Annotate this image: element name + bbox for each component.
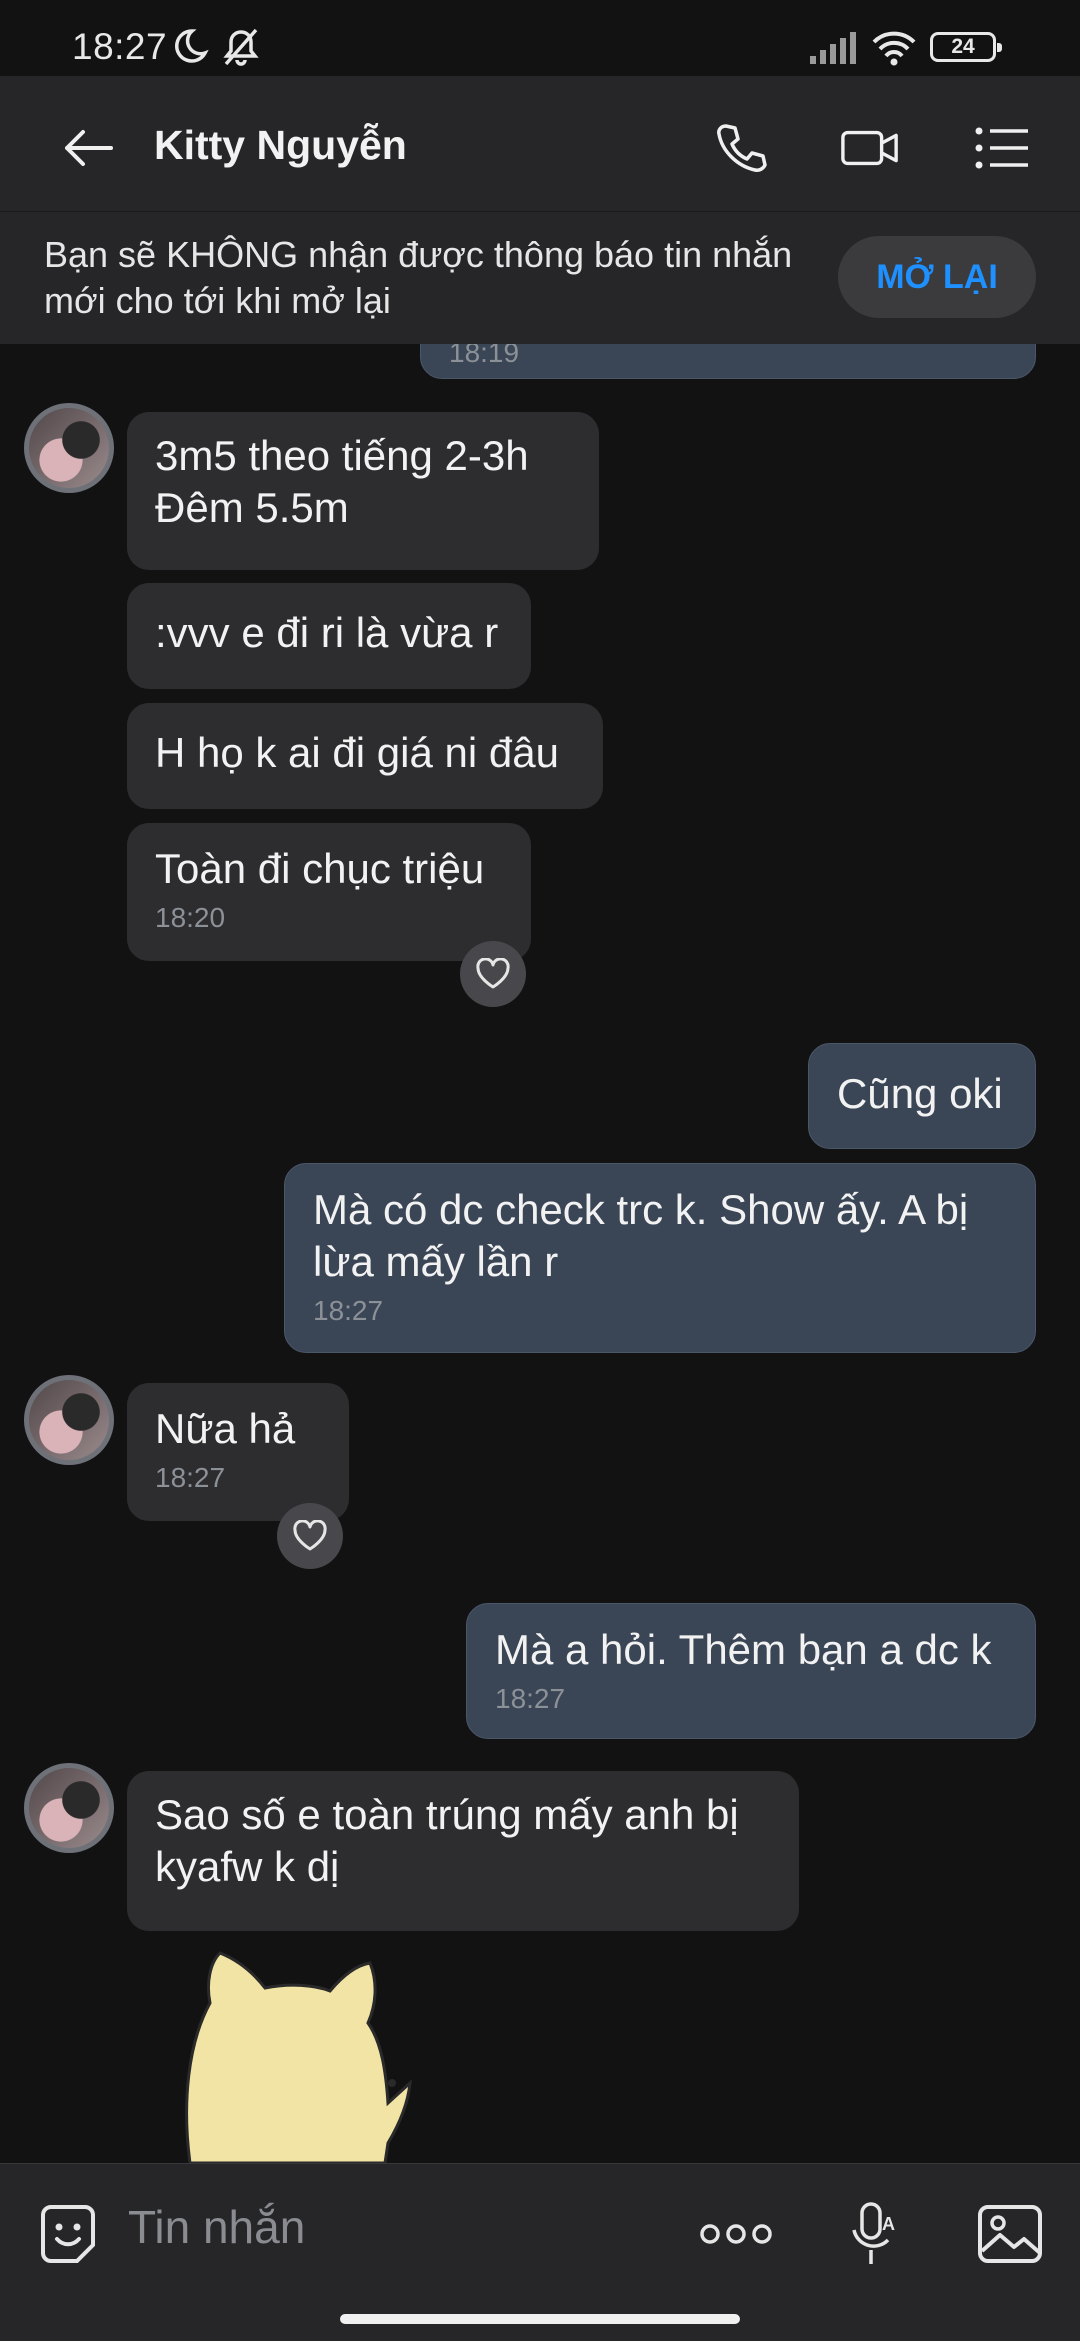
video-camera-icon <box>841 130 898 166</box>
react-button[interactable] <box>277 1503 343 1569</box>
message-time: 18:20 <box>155 902 226 933</box>
message-bubble-incoming[interactable]: Sao số e toàn trúng mấy anh bị kyafw k d… <box>127 1771 799 1931</box>
contact-avatar[interactable] <box>24 403 114 493</box>
message-bubble-incoming[interactable]: Nữa hả 18:27 <box>127 1383 349 1521</box>
mute-banner-text: Bạn sẽ KHÔNG nhận được thông báo tin nhắ… <box>44 234 793 321</box>
moon-icon <box>170 26 210 71</box>
more-button[interactable] <box>698 2196 774 2272</box>
message-time: 18:27 <box>495 1683 566 1714</box>
cat-sticker[interactable] <box>180 1943 430 2163</box>
react-button[interactable] <box>460 941 526 1007</box>
image-icon <box>978 2205 1042 2263</box>
message-text: 3m5 theo tiếng 2-3h Đêm 5.5m <box>155 432 529 531</box>
message-text: Cũng oki <box>837 1070 1003 1117</box>
message-bubble-incoming[interactable]: 3m5 theo tiếng 2-3h Đêm 5.5m <box>127 412 599 570</box>
message-time: 18:19 <box>449 343 520 368</box>
gallery-button[interactable] <box>972 2196 1048 2272</box>
unmute-button[interactable]: MỞ LẠI <box>838 236 1036 318</box>
message-text: Toàn đi chục triệu <box>155 845 485 892</box>
message-bubble-incoming[interactable]: :vvv e đi ri là vừa r <box>127 583 531 689</box>
message-bubble-incoming[interactable]: Toàn đi chục triệu 18:20 <box>127 823 531 961</box>
bell-off-icon <box>220 26 262 73</box>
message-text: :vvv e đi ri là vừa r <box>155 609 499 656</box>
chat-header: Kitty Nguyễn <box>0 76 1080 211</box>
message-bubble-outgoing[interactable]: Cũng oki <box>808 1043 1036 1149</box>
voice-call-button[interactable] <box>710 118 770 178</box>
sticker-button[interactable] <box>30 2196 106 2272</box>
message-input[interactable]: Tin nhắn <box>128 2200 305 2254</box>
message-bubble-incoming[interactable]: H họ k ai đi giá ni đâu <box>127 703 603 809</box>
phone-icon <box>717 124 767 172</box>
arrow-left-icon <box>65 130 113 166</box>
heart-icon <box>293 1520 327 1551</box>
message-text: Sao số e toàn trúng mấy anh bị kyafw k d… <box>155 1791 739 1890</box>
battery-icon: 24 <box>930 32 1002 62</box>
message-bubble-outgoing[interactable]: 18:19 <box>420 343 1036 379</box>
list-menu-icon <box>975 127 1028 169</box>
message-text: Mà a hỏi. Thêm bạn a dc k <box>495 1626 992 1673</box>
status-bar: 18:27 24 <box>0 0 1080 76</box>
video-call-button[interactable] <box>840 118 900 178</box>
message-bubble-outgoing[interactable]: Mà a hỏi. Thêm bạn a dc k 18:27 <box>466 1603 1036 1739</box>
heart-icon <box>476 958 510 989</box>
voice-message-button[interactable]: A <box>836 2196 912 2272</box>
mute-banner: Bạn sẽ KHÔNG nhận được thông báo tin nhắ… <box>0 211 1080 344</box>
microphone-icon: A <box>852 2202 895 2264</box>
contact-avatar[interactable] <box>24 1763 114 1853</box>
message-text: H họ k ai đi giá ni đâu <box>155 729 559 776</box>
message-bubble-outgoing[interactable]: Mà có dc check trc k. Show ấy. A bị lừa … <box>284 1163 1036 1353</box>
battery-level: 24 <box>951 35 975 58</box>
status-time: 18:27 <box>72 26 168 67</box>
back-button[interactable] <box>58 118 118 178</box>
menu-button[interactable] <box>972 118 1032 178</box>
cat-sticker-image <box>185 1951 412 2163</box>
message-list[interactable]: 18:19 3m5 theo tiếng 2-3h Đêm 5.5m :vvv … <box>0 343 1080 2163</box>
signal-icon <box>808 30 860 71</box>
message-text: Nữa hả <box>155 1405 296 1452</box>
home-indicator[interactable] <box>340 2314 740 2324</box>
message-text: Mà có dc check trc k. Show ấy. A bị lừa … <box>313 1186 969 1285</box>
contact-avatar[interactable] <box>24 1375 114 1465</box>
smiley-sticker-icon <box>41 2205 95 2263</box>
message-time: 18:27 <box>313 1295 384 1326</box>
message-time: 18:27 <box>155 1462 226 1493</box>
wifi-icon <box>870 28 918 73</box>
svg-text:A: A <box>882 2214 895 2234</box>
more-dots-icon <box>700 2224 772 2244</box>
contact-name[interactable]: Kitty Nguyễn <box>154 122 407 169</box>
